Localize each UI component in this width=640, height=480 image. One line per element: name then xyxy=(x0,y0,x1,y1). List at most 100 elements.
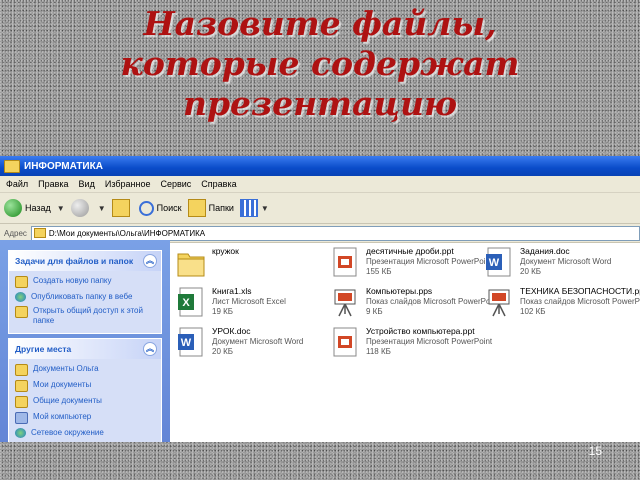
svg-text:W: W xyxy=(181,337,192,349)
word-icon: W xyxy=(178,327,203,357)
other-places-panel: Другие места ︽ Документы Ольга Мои докум… xyxy=(8,338,162,442)
share-folder-icon xyxy=(15,306,28,318)
page-number: 15 xyxy=(588,444,602,458)
task-new-folder[interactable]: Создать новую папку xyxy=(9,274,161,290)
window-titlebar[interactable]: ИНФОРМАТИКА xyxy=(0,156,640,176)
file-item[interactable]: Устройство компьютера.ppt Презентация Mi… xyxy=(330,324,493,368)
file-tasks-header[interactable]: Задачи для файлов и папок ︽ xyxy=(9,251,161,271)
up-button[interactable] xyxy=(111,199,133,217)
file-type: Презентация Microsoft PowerPoint xyxy=(366,257,493,266)
file-tasks-panel: Задачи для файлов и папок ︽ Создать нову… xyxy=(8,250,162,334)
file-item[interactable]: X Книга1.xls Лист Microsoft Excel 19 КБ xyxy=(176,284,336,328)
menu-help[interactable]: Справка xyxy=(201,179,236,189)
other-places-header[interactable]: Другие места ︽ xyxy=(9,339,161,359)
svg-text:W: W xyxy=(489,257,500,269)
powerpoint-icon xyxy=(333,327,357,357)
file-size: 102 КБ xyxy=(520,307,546,316)
file-item[interactable]: ТЕХНИКА БЕЗОПАСНОСТИ.pps Показ слайдов M… xyxy=(484,284,640,328)
back-arrow-icon xyxy=(4,199,22,217)
new-folder-icon xyxy=(15,276,28,288)
address-folder-icon xyxy=(33,228,46,238)
search-icon xyxy=(138,200,154,216)
folder-icon xyxy=(177,253,205,277)
folders-icon xyxy=(187,199,206,217)
address-field[interactable]: D:\Мои документы\Ольга\ИНФОРМАТИКА xyxy=(30,225,640,241)
other-places-title: Другие места xyxy=(15,344,72,354)
computer-icon xyxy=(15,412,28,424)
menu-bar: Файл Правка Вид Избранное Сервис Справка xyxy=(0,176,640,193)
place-shared-documents[interactable]: Общие документы xyxy=(9,394,161,410)
slide-title-line-3: презентацию xyxy=(182,84,458,123)
collapse-chevron-icon[interactable]: ︽ xyxy=(143,342,157,356)
menu-view[interactable]: Вид xyxy=(79,179,95,189)
file-list: кружок десятичные дроби.ppt Презентация … xyxy=(172,240,640,442)
slide-title-line-2: которые содержат xyxy=(120,44,520,83)
file-size: 118 КБ xyxy=(366,347,391,356)
file-size: 20 КБ xyxy=(212,347,234,356)
file-type: Презентация Microsoft PowerPoint xyxy=(366,337,493,346)
task-pane: Задачи для файлов и папок ︽ Создать нову… xyxy=(0,240,170,442)
my-documents-icon xyxy=(15,380,28,392)
forward-dropdown-icon[interactable]: ▼ xyxy=(98,204,106,213)
file-size: 9 КБ xyxy=(366,307,383,316)
folders-button[interactable]: Папки xyxy=(187,199,234,217)
file-name: УРОК.doc xyxy=(212,326,251,336)
place-label: Мой компьютер xyxy=(33,412,92,421)
file-size: 155 КБ xyxy=(366,267,392,276)
file-name: Устройство компьютера.ppt xyxy=(366,326,475,336)
file-type: Показ слайдов Microsoft PowerPoint xyxy=(366,297,499,306)
menu-tools[interactable]: Сервис xyxy=(160,179,191,189)
place-olga-documents[interactable]: Документы Ольга xyxy=(9,362,161,378)
task-label: Опубликовать папку в вебе xyxy=(31,292,133,301)
place-my-documents[interactable]: Мои документы xyxy=(9,378,161,394)
powerpoint-icon xyxy=(333,247,357,277)
file-type: Документ Microsoft Word xyxy=(212,337,304,346)
search-button[interactable]: Поиск xyxy=(138,200,182,216)
explorer-window: ИНФОРМАТИКА Файл Правка Вид Избранное Се… xyxy=(0,156,640,442)
forward-button[interactable] xyxy=(70,199,92,217)
shared-folder-icon xyxy=(15,396,28,408)
file-name: Книга1.xls xyxy=(212,286,252,296)
back-dropdown-icon[interactable]: ▼ xyxy=(57,204,65,213)
place-my-computer[interactable]: Мой компьютер xyxy=(9,410,161,426)
file-size: 19 КБ xyxy=(212,307,234,316)
file-type: Лист Microsoft Excel xyxy=(212,297,286,306)
task-publish-web[interactable]: Опубликовать папку в вебе xyxy=(9,290,161,304)
network-icon xyxy=(15,428,26,438)
word-icon: W xyxy=(486,247,511,277)
place-label: Документы Ольга xyxy=(33,364,99,373)
file-item[interactable]: десятичные дроби.ppt Презентация Microso… xyxy=(330,244,493,288)
address-value: D:\Мои документы\Ольга\ИНФОРМАТИКА xyxy=(48,228,206,238)
menu-edit[interactable]: Правка xyxy=(38,179,68,189)
folder-icon xyxy=(15,364,28,376)
collapse-chevron-icon[interactable]: ︽ xyxy=(143,254,157,268)
menu-file[interactable]: Файл xyxy=(6,179,28,189)
file-size: 20 КБ xyxy=(520,267,542,276)
back-button[interactable]: Назад xyxy=(4,199,51,217)
file-name: кружок xyxy=(212,246,239,256)
slideshow-icon xyxy=(334,289,356,317)
file-item[interactable]: Компьютеры.pps Показ слайдов Microsoft P… xyxy=(330,284,499,328)
folder-icon xyxy=(4,159,20,173)
place-network[interactable]: Сетевое окружение xyxy=(9,426,161,440)
views-button[interactable]: ▼ xyxy=(239,199,275,217)
file-type: Показ слайдов Microsoft PowerPoint xyxy=(520,297,640,306)
task-label: Открыть общий доступ к этой папке xyxy=(33,306,143,325)
file-item[interactable]: W Задания.doc Документ Microsoft Word 20… xyxy=(484,244,640,288)
window-title: ИНФОРМАТИКА xyxy=(24,160,103,172)
views-dropdown-icon: ▼ xyxy=(260,203,269,213)
task-share-folder[interactable]: Открыть общий доступ к этой папке xyxy=(9,304,161,328)
svg-text:X: X xyxy=(182,297,190,309)
file-item[interactable]: кружок xyxy=(176,244,336,288)
place-label: Мои документы xyxy=(33,380,92,389)
file-name: ТЕХНИКА БЕЗОПАСНОСТИ.pps xyxy=(520,286,640,296)
folders-label: Папки xyxy=(208,203,234,213)
file-name: Компьютеры.pps xyxy=(366,286,433,296)
toolbar: Назад ▼ ▼ Поиск Папки ▼ xyxy=(0,193,640,224)
slideshow-icon xyxy=(488,289,510,317)
views-icon xyxy=(239,199,258,217)
file-item[interactable]: W УРОК.doc Документ Microsoft Word 20 КБ xyxy=(176,324,336,368)
menu-favorites[interactable]: Избранное xyxy=(105,179,151,189)
place-label: Общие документы xyxy=(33,396,102,405)
slide-title-line-1: Назовите файлы, xyxy=(143,4,497,43)
